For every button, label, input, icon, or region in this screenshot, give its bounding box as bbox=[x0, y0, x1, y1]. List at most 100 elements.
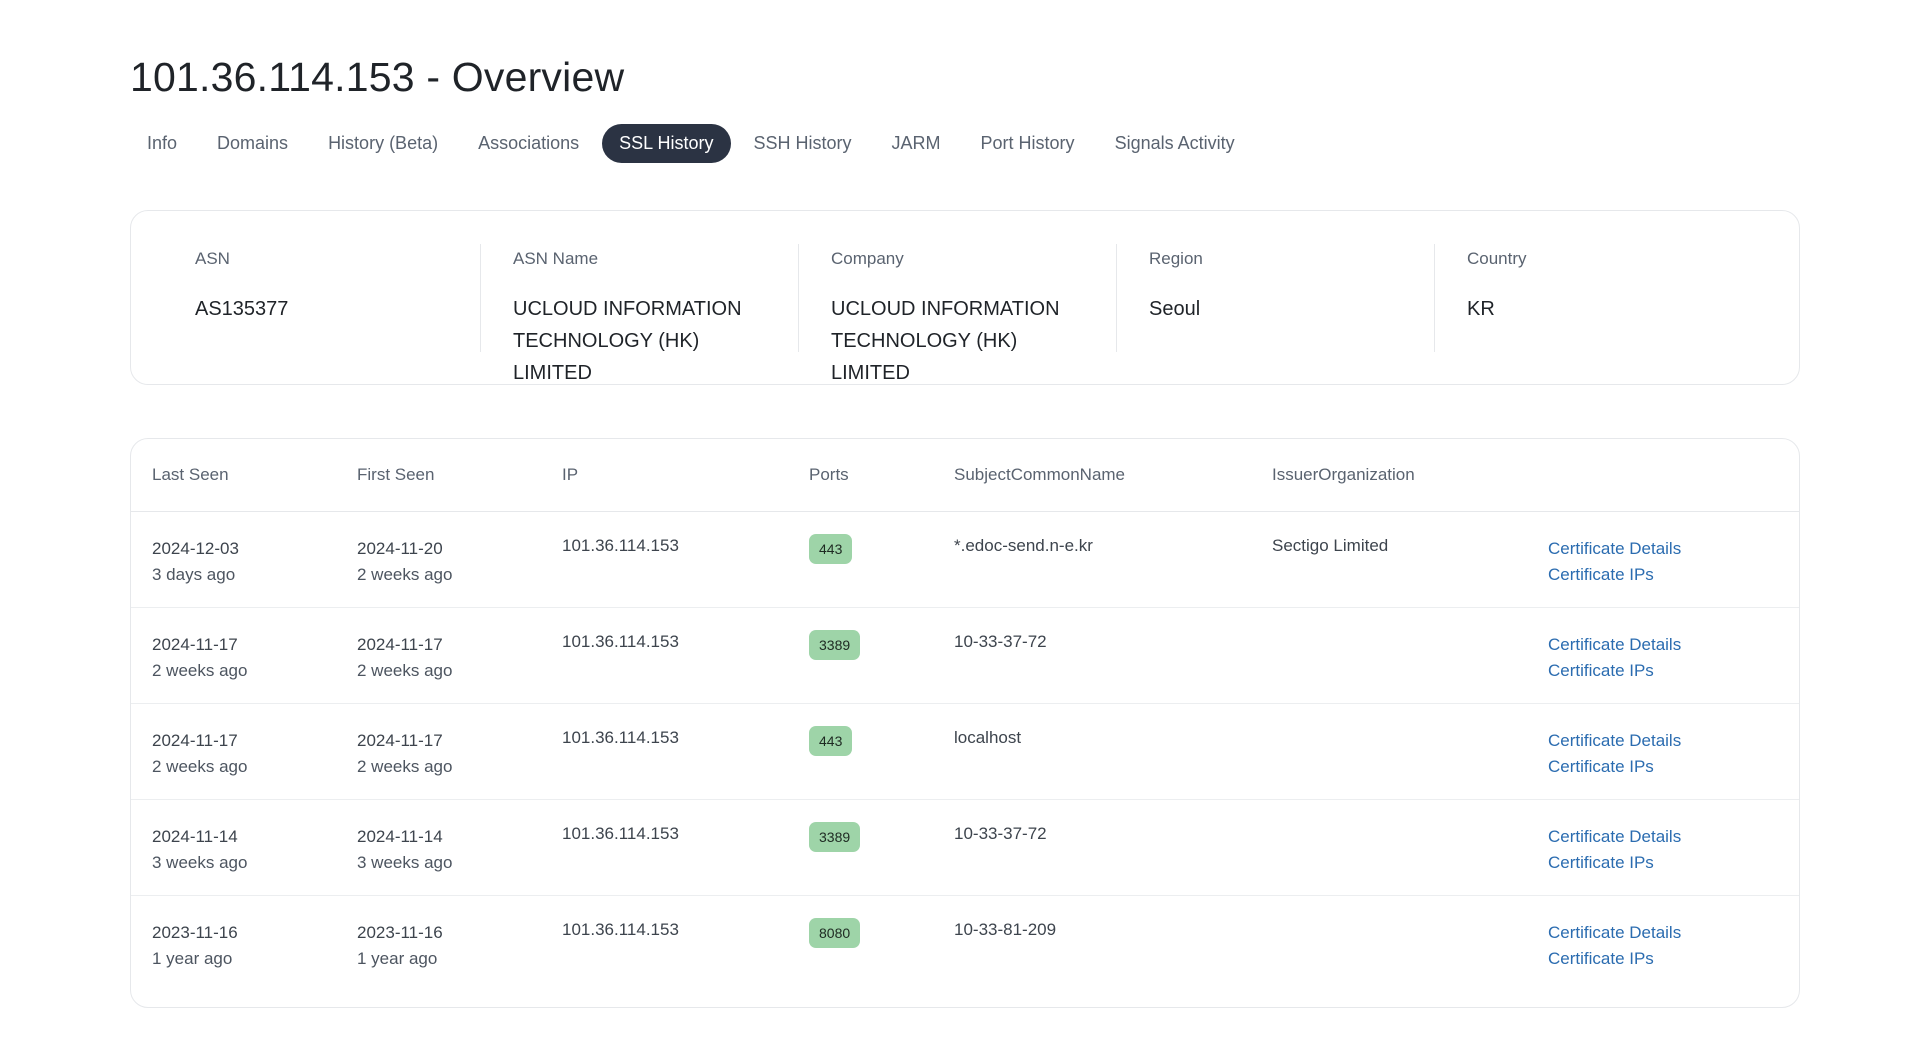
tab-associations[interactable]: Associations bbox=[461, 124, 596, 163]
info-asn: ASN AS135377 bbox=[163, 211, 481, 384]
cell-subject-common-name: *.edoc-send.n-e.kr bbox=[933, 511, 1251, 608]
cell-subject-common-name: localhost bbox=[933, 703, 1251, 800]
certificate-details-link[interactable]: Certificate Details bbox=[1548, 632, 1799, 658]
cell-actions: Certificate Details Certificate IPs bbox=[1527, 703, 1799, 800]
header-ip: IP bbox=[541, 439, 788, 512]
cell-subject-common-name: 10-33-81-209 bbox=[954, 919, 1057, 939]
cell-ports: 3389 bbox=[788, 799, 933, 896]
cell-issuer-organization bbox=[1251, 799, 1527, 896]
first-seen-date: 2023-11-16 bbox=[357, 922, 443, 942]
port-badge: 443 bbox=[809, 725, 853, 756]
last-seen-date: 2024-11-17 bbox=[152, 634, 238, 654]
info-company-label: Company bbox=[831, 249, 904, 268]
tab-ssh-history[interactable]: SSH History bbox=[737, 124, 869, 163]
port-badge: 8080 bbox=[809, 917, 861, 948]
tab-signals-activity[interactable]: Signals Activity bbox=[1098, 124, 1252, 163]
table-header-row: Last Seen First Seen IP Ports SubjectCom… bbox=[131, 439, 1799, 512]
tab-info[interactable]: Info bbox=[130, 124, 194, 163]
info-region: Region Seoul bbox=[1117, 211, 1435, 384]
first-seen-relative: 3 weeks ago bbox=[357, 852, 453, 872]
cell-issuer-organization bbox=[1251, 607, 1527, 704]
header-first-seen: First Seen bbox=[336, 439, 541, 512]
certificate-ips-link[interactable]: Certificate IPs bbox=[1548, 946, 1799, 972]
port-badge: 3389 bbox=[809, 629, 861, 660]
info-country: Country KR bbox=[1435, 211, 1753, 384]
table-row: 2024-11-17 2 weeks ago 2024-11-17 2 weeks … bbox=[131, 607, 1799, 704]
cell-issuer-organization: Sectigo Limited bbox=[1251, 511, 1527, 608]
last-seen-relative: 1 year ago bbox=[152, 948, 233, 968]
cell-subject-common-name: 10-33-37-72 bbox=[933, 607, 1251, 704]
cell-issuer-organization bbox=[1251, 895, 1527, 991]
cell-ip: 101.36.114.153 bbox=[562, 919, 679, 939]
cell-actions: Certificate Details Certificate IPs bbox=[1527, 511, 1799, 608]
first-seen-date: 2024-11-17 bbox=[357, 730, 443, 750]
first-seen-date: 2024-11-14 bbox=[357, 826, 443, 846]
cell-ip: 101.36.114.153 bbox=[541, 799, 788, 896]
first-seen-date: 2024-11-20 bbox=[357, 538, 443, 558]
header-subject-common-name: SubjectCommonName bbox=[933, 439, 1251, 512]
cell-actions: Certificate Details Certificate IPs bbox=[1527, 799, 1799, 896]
certificate-ips-link[interactable]: Certificate IPs bbox=[1548, 562, 1799, 588]
page: 101.36.114.153 - Overview Info Domains H… bbox=[0, 0, 1920, 1044]
cell-first-seen: 2024-11-14 3 weeks ago bbox=[336, 799, 541, 896]
cell-last-seen: 2024-11-17 2 weeks ago bbox=[131, 607, 336, 704]
certificate-ips-link[interactable]: Certificate IPs bbox=[1548, 754, 1799, 780]
first-seen-date: 2024-11-17 bbox=[357, 634, 443, 654]
certificate-ips-link[interactable]: Certificate IPs bbox=[1548, 658, 1799, 684]
cell-last-seen: 2024-12-03 3 days ago bbox=[131, 511, 336, 608]
ip-info-card: ASN AS135377 ASN Name UCLOUD INFORMATION… bbox=[130, 210, 1800, 385]
tab-history-beta[interactable]: History (Beta) bbox=[311, 124, 455, 163]
cell-ip: 101.36.114.153 bbox=[541, 703, 788, 800]
first-seen-relative: 2 weeks ago bbox=[357, 756, 453, 776]
cell-first-seen: 2024-11-20 2 weeks ago bbox=[336, 511, 541, 608]
last-seen-date: 2023-11-16 bbox=[152, 922, 238, 942]
cell-first-seen: 2023-11-16 1 year ago bbox=[336, 895, 541, 991]
cell-last-seen: 2024-11-17 2 weeks ago bbox=[131, 703, 336, 800]
ssl-history-table: Last Seen First Seen IP Ports SubjectCom… bbox=[131, 439, 1799, 991]
tab-bar: Info Domains History (Beta) Associations… bbox=[130, 124, 1252, 163]
cell-last-seen: 2023-11-16 1 year ago bbox=[131, 895, 336, 991]
cell-issuer-organization bbox=[1251, 703, 1527, 800]
cell-last-seen: 2024-11-14 3 weeks ago bbox=[131, 799, 336, 896]
cell-ports: 443 bbox=[788, 511, 933, 608]
last-seen-relative: 3 weeks ago bbox=[152, 852, 248, 872]
table-row: 2024-11-14 3 weeks ago 2024-11-14 3 weeks … bbox=[131, 799, 1799, 896]
info-region-value: Seoul bbox=[1149, 298, 1201, 320]
cell-ports: 3389 bbox=[788, 607, 933, 704]
cell-ip: 101.36.114.153 bbox=[541, 607, 788, 704]
tab-domains[interactable]: Domains bbox=[200, 124, 305, 163]
first-seen-relative: 1 year ago bbox=[357, 948, 438, 968]
tab-ssl-history[interactable]: SSL History bbox=[602, 124, 731, 163]
header-issuer-organization: IssuerOrganization bbox=[1251, 439, 1527, 512]
cell-ports: 8080 bbox=[788, 895, 933, 991]
cell-actions: Certificate Details Certificate IPs bbox=[1527, 607, 1799, 704]
tab-port-history[interactable]: Port History bbox=[964, 124, 1092, 163]
certificate-details-link[interactable]: Certificate Details bbox=[1548, 824, 1799, 850]
certificate-details-link[interactable]: Certificate Details bbox=[1548, 536, 1799, 562]
cell-first-seen: 2024-11-17 2 weeks ago bbox=[336, 703, 541, 800]
last-seen-relative: 2 weeks ago bbox=[152, 660, 248, 680]
port-badge: 443 bbox=[809, 533, 853, 564]
header-ports: Ports bbox=[788, 439, 933, 512]
ssl-history-table-card: Last Seen First Seen IP Ports SubjectCom… bbox=[130, 438, 1800, 1008]
info-asn-name-value: UCLOUD INFORMATION TECHNOLOGY (HK) LIMIT… bbox=[513, 298, 742, 384]
certificate-details-link[interactable]: Certificate Details bbox=[1548, 728, 1799, 754]
cell-first-seen: 2024-11-17 2 weeks ago bbox=[336, 607, 541, 704]
header-last-seen: Last Seen bbox=[131, 439, 336, 512]
cell-ip: 101.36.114.153 bbox=[541, 511, 788, 608]
info-asn-name: ASN Name UCLOUD INFORMATION TECHNOLOGY (… bbox=[481, 211, 799, 384]
header-actions bbox=[1527, 439, 1799, 512]
cell-subject-common-name: 10-33-37-72 bbox=[933, 799, 1251, 896]
info-asn-name-label: ASN Name bbox=[513, 249, 599, 268]
info-asn-label: ASN bbox=[195, 249, 230, 268]
table-row: 2023-11-16 1 year ago 2023-11-16 1 year ag… bbox=[131, 895, 1799, 991]
table-row: 2024-12-03 3 days ago 2024-11-20 2 weeks a… bbox=[131, 511, 1799, 608]
first-seen-relative: 2 weeks ago bbox=[357, 564, 453, 584]
cell-actions: Certificate Details Certificate IPs bbox=[1527, 895, 1799, 991]
tab-jarm[interactable]: JARM bbox=[875, 124, 958, 163]
cell-ports: 443 bbox=[788, 703, 933, 800]
info-asn-value: AS135377 bbox=[195, 298, 289, 320]
page-title: 101.36.114.153 - Overview bbox=[130, 54, 625, 100]
certificate-ips-link[interactable]: Certificate IPs bbox=[1548, 850, 1799, 876]
certificate-details-link[interactable]: Certificate Details bbox=[1548, 920, 1799, 946]
